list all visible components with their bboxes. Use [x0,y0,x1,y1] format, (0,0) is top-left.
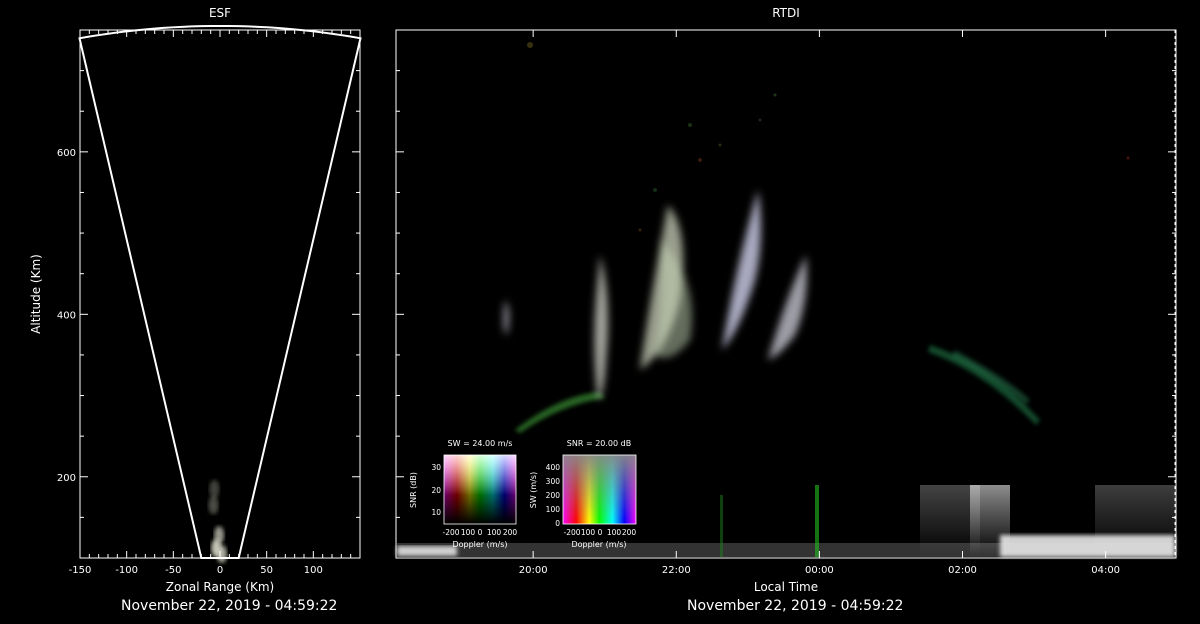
legend-sw-ytick: 10 [431,508,441,517]
esf-title: ESF [209,6,231,20]
legend-snr: SNR = 20.00 dB 400 300 200 100 0 -200 10… [529,439,637,549]
legend-sw-xlabel: Doppler (m/s) [452,540,507,549]
esf-xlabel: Zonal Range (Km) [166,580,274,594]
legend-sw-xtick: 100 [461,528,476,537]
esf-echo-point [208,496,219,515]
esf-date-footer: November 22, 2019 - 04:59:22 [121,598,338,614]
legend-snr-ytick: 0 [555,519,560,528]
rtdi-xlabel: Local Time [754,580,818,594]
esf-x-tick-label: 100 [304,565,323,576]
rtdi-x-tick-label: 22:00 [662,565,691,576]
esf-y-tick-label: 400 [57,310,76,321]
esf-panel: ESF -150 -100 -50 0 50 100 200 400 600 Altitude … [29,6,362,594]
rtdi-date-footer: November 22, 2019 - 04:59:22 [687,598,904,614]
rtdi-x-tick-label: 02:00 [948,565,977,576]
chart-canvas: ESF -150 -100 -50 0 50 100200400600 Altitude … [29,6,1177,594]
legend-sw-xtick: -200 [442,528,459,537]
legend-sw-xtick: 100 [487,528,502,537]
legend-sw-ytick: 20 [431,486,441,495]
esf-x-tick-label: -150 [69,565,92,576]
rtdi-x-tick-label: 20:00 [519,565,548,576]
rtdi-title: RTDI [772,6,800,20]
legend-snr-ylabel: SW (m/s) [529,472,538,508]
legend-sw: SW = 24.00 m/s 30 20 10 -200 100 0 100 2… [409,439,517,549]
rtdi-panel: RTDI 20:00 22:00 00:00 02:00 04:00 Local… [395,6,1177,594]
legend-sw-ytick: 30 [431,463,441,472]
esf-y-tick-label: 200 [57,473,76,484]
esf-beam-outline [78,24,362,559]
legend-snr-ytick: 300 [546,477,561,486]
legend-snr-ytick: 200 [546,491,561,500]
rtdi-x-tick-label: 00:00 [805,565,834,576]
rtdi-speckle [527,42,1130,232]
legend-snr-xlabel: Doppler (m/s) [571,540,626,549]
esf-echo-point [216,544,227,563]
legend-snr-title: SNR = 20.00 dB [567,439,631,448]
legend-sw-white-fade [444,455,516,495]
legend-snr-ytick: 400 [546,463,561,472]
esf-echo-point [214,526,225,545]
legend-sw-title: SW = 24.00 m/s [448,439,513,448]
legend-sw-xtick: 0 [478,528,483,537]
rtdi-green-echoes [515,345,1040,433]
esf-y-tick-label: 600 [57,148,76,159]
legend-snr-xtick: 200 [622,528,637,537]
esf-ylabel: Altitude (Km) [29,254,43,334]
esf-echo-point [209,479,220,498]
esf-x-tick-label: 50 [260,565,273,576]
rtdi-x-tick-label: 04:00 [1091,565,1120,576]
esf-x-tick-label: 0 [217,565,223,576]
legend-sw-xtick: 200 [503,528,518,537]
legend-snr-xtick: 100 [607,528,622,537]
legend-snr-gray-fade [563,455,636,524]
legend-snr-xtick: 0 [598,528,603,537]
esf-plot-frame [79,29,361,559]
legend-snr-ytick: 100 [546,505,561,514]
esf-x-tick-label: -100 [115,565,138,576]
legend-sw-ylabel: SNR (dB) [409,472,418,508]
rtdi-plumes [503,190,807,400]
esf-x-tick-label: -50 [165,565,181,576]
legend-snr-xtick: 100 [581,528,596,537]
esf-echoes [208,479,227,563]
legend-snr-xtick: -200 [563,528,580,537]
esf-axes: -150 -100 -50 0 50 100 200 400 600 [57,29,361,576]
